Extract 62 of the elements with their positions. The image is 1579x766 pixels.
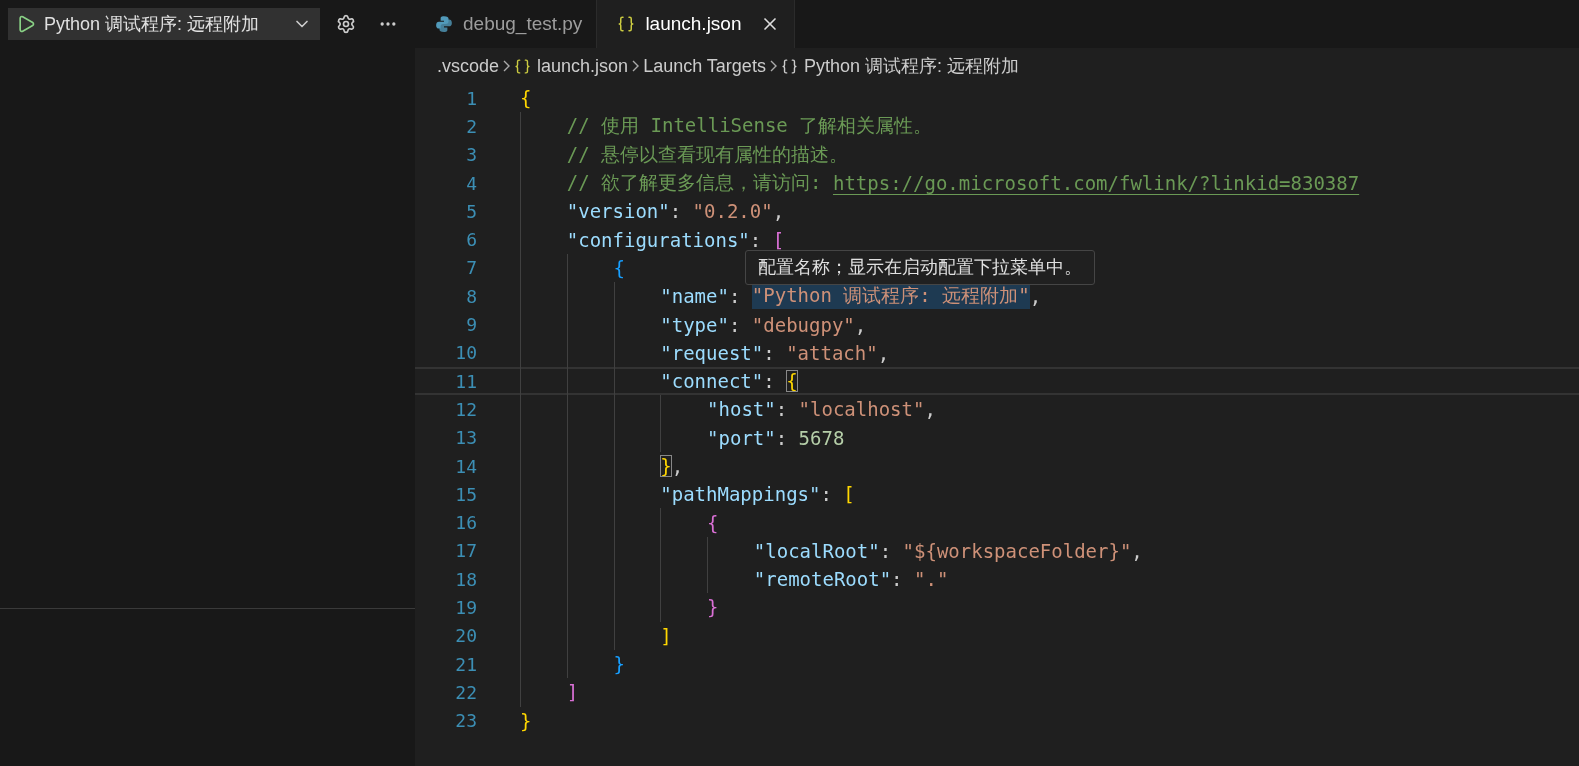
breadcrumb-item[interactable]: launch.json	[514, 55, 629, 77]
line-number: 2	[465, 115, 477, 137]
braces-icon	[780, 57, 798, 75]
code-line: "version": "0.2.0",	[520, 199, 785, 224]
python-file-icon	[435, 15, 453, 33]
line-number: 13	[454, 427, 477, 449]
code-line: "request": "attach",	[520, 340, 890, 365]
chevron-right-icon	[769, 60, 777, 72]
code-line: {	[520, 86, 532, 111]
breadcrumb-item[interactable]: Launch Targets	[643, 55, 766, 77]
line-number: 6	[465, 229, 477, 251]
code-line: {	[520, 255, 625, 281]
line-number: 8	[465, 285, 477, 307]
line-number: 19	[454, 597, 477, 618]
chevron-right-icon	[503, 60, 511, 72]
line-number: 17	[454, 540, 477, 562]
code-line: ]	[520, 623, 672, 648]
line-number: 9	[465, 314, 477, 335]
line-number: 22	[454, 681, 477, 703]
breadcrumb-item[interactable]: Python 调试程序: 远程附加	[780, 54, 1019, 78]
code-line: }	[520, 651, 625, 677]
code-line: // 使用 IntelliSense 了解相关属性。	[520, 114, 933, 139]
code-line: // 欲了解更多信息，请访问: https://go.microsoft.com/fwlink/?linkid=830387	[520, 170, 1360, 196]
code-line: "remoteRoot": "."	[520, 567, 949, 592]
tab-label: debug_test.py	[463, 13, 583, 35]
code-line: "host": "localhost",	[520, 397, 936, 422]
code-line: ]	[520, 680, 579, 705]
chevron-right-icon	[632, 60, 640, 72]
code-line: {	[520, 510, 719, 535]
line-number: 1	[465, 87, 477, 109]
code-line: "configurations": [	[520, 227, 785, 252]
line-number: 20	[454, 625, 477, 647]
code-line: }	[520, 595, 719, 620]
line-number: 15	[454, 483, 477, 505]
play-icon	[16, 14, 36, 34]
code-line: }	[520, 708, 532, 733]
breadcrumb-item[interactable]: .vscode	[437, 55, 500, 77]
line-number: 23	[454, 710, 477, 732]
editor-tab[interactable]: launch.json	[597, 0, 795, 48]
code-line: "localRoot": "${workspaceFolder}",	[520, 538, 1143, 564]
line-number: 10	[454, 342, 477, 364]
line-number: 11	[454, 370, 477, 392]
line-number: 18	[454, 568, 477, 590]
braces-icon	[617, 15, 636, 33]
tab-label: launch.json	[645, 13, 742, 35]
line-number: 4	[465, 172, 477, 194]
line-number: 3	[465, 144, 477, 166]
hover-tooltip: 配置名称；显示在启动配置下拉菜单中。	[745, 250, 1095, 285]
code-line: // 悬停以查看现有属性的描述。	[520, 142, 849, 167]
braces-icon	[514, 57, 532, 75]
line-number: 7	[465, 257, 477, 279]
line-number: 5	[465, 200, 477, 222]
debug-configuration-dropdown[interactable]: Python 调试程序: 远程附加	[8, 8, 320, 40]
line-number: 21	[454, 653, 477, 675]
code-line: },	[520, 453, 684, 479]
code-line: "type": "debugpy",	[520, 312, 867, 337]
line-number: 12	[454, 398, 477, 420]
code-line: "pathMappings": [	[520, 482, 855, 507]
code-line: "connect": {	[520, 368, 798, 394]
code-line: "port": 5678	[520, 425, 845, 450]
line-number: 14	[454, 455, 477, 477]
line-number: 16	[454, 512, 477, 534]
